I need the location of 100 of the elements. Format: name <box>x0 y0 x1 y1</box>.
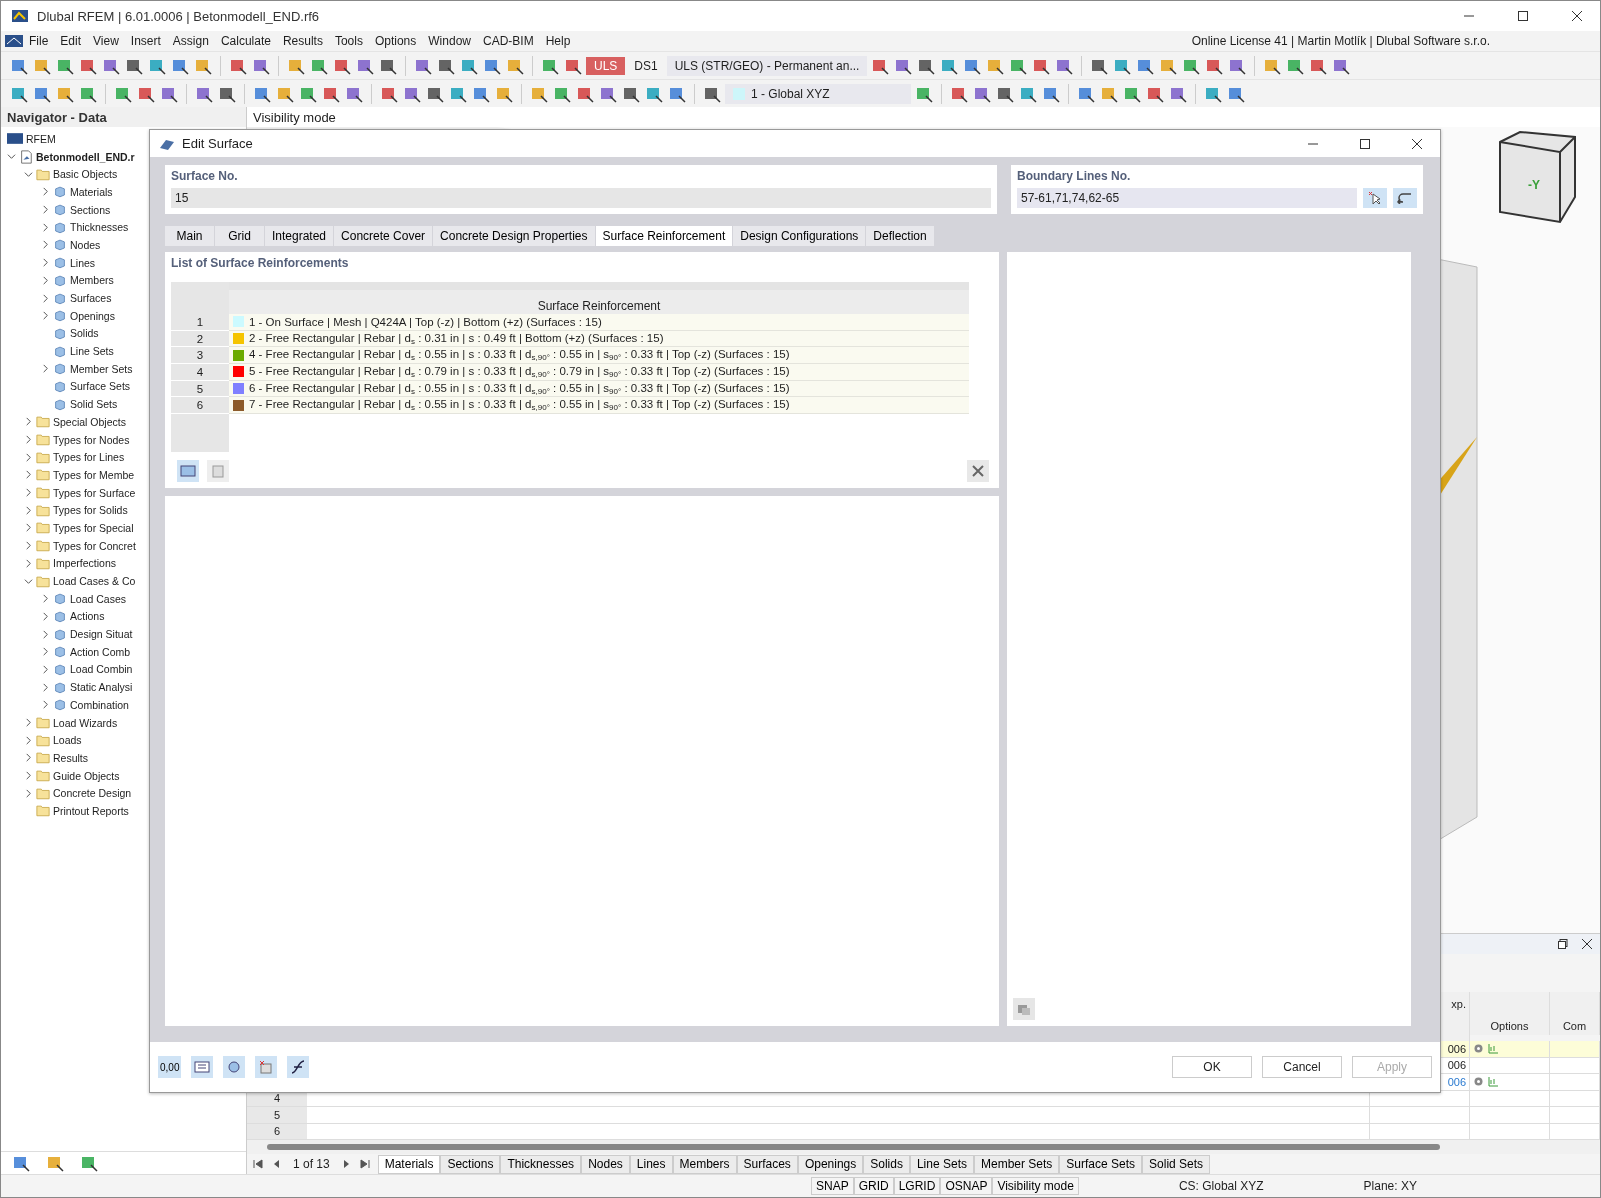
gear-icon[interactable] <box>1473 1076 1484 1088</box>
return-button[interactable] <box>1393 188 1417 208</box>
tree-item[interactable]: Surface Sets <box>70 380 131 393</box>
menu-item[interactable]: View <box>87 34 125 48</box>
menu-item[interactable]: Help <box>539 34 577 48</box>
tree-item[interactable]: Materials <box>70 185 113 198</box>
sheet-tab[interactable]: Members <box>672 1154 737 1174</box>
restore-icon[interactable] <box>1558 939 1568 949</box>
chevron-right-icon[interactable] <box>41 293 50 303</box>
tree-item[interactable]: Types for Solids <box>53 504 128 517</box>
gear-icon[interactable] <box>1473 1043 1484 1055</box>
chevron-right-icon[interactable] <box>24 558 33 568</box>
status-toggle[interactable]: LGRID <box>893 1177 941 1195</box>
tree-item[interactable]: Guide Objects <box>53 769 120 782</box>
sheet-tab[interactable]: Materials <box>377 1154 441 1174</box>
tree-item[interactable]: Sections <box>70 203 111 216</box>
sheet-tab[interactable]: Nodes <box>581 1154 630 1174</box>
menu-item[interactable]: Options <box>368 34 423 48</box>
dialog-button[interactable]: OK <box>1172 1056 1252 1078</box>
chevron-right-icon[interactable] <box>24 417 33 427</box>
tree-item[interactable]: Line Sets <box>70 345 114 358</box>
scrollbar-thumb[interactable] <box>267 1144 1440 1150</box>
chevron-right-icon[interactable] <box>24 735 33 745</box>
tree-item[interactable]: Thicknesses <box>70 221 129 234</box>
tree-item[interactable]: Betonmodell_END.r <box>36 150 135 163</box>
chevron-right-icon[interactable] <box>41 311 50 321</box>
surface-number-field[interactable]: 15 <box>171 188 991 208</box>
boundary-lines-field[interactable]: 57-61,71,74,62-65 <box>1017 188 1357 208</box>
tree-item[interactable]: Types for Membe <box>53 468 135 481</box>
tree-item[interactable]: Action Comb <box>70 645 131 658</box>
dialog-tab[interactable]: Surface Reinforcement <box>595 226 734 246</box>
chevron-right-icon[interactable] <box>24 718 33 728</box>
status-toggle[interactable]: OSNAP <box>940 1177 993 1195</box>
sheet-tab[interactable]: Line Sets <box>909 1154 974 1174</box>
tree-item[interactable]: Loads <box>53 734 82 747</box>
menu-item[interactable]: Results <box>276 34 329 48</box>
delete-object-button[interactable] <box>255 1056 278 1078</box>
chevron-right-icon[interactable] <box>24 523 33 533</box>
menu-item[interactable]: Calculate <box>214 34 277 48</box>
first-page-icon[interactable] <box>253 1159 263 1169</box>
chevron-right-icon[interactable] <box>41 647 50 657</box>
sheet-tab[interactable]: Solids <box>863 1154 910 1174</box>
dialog-tab[interactable]: Deflection <box>866 226 935 246</box>
sheet-tab[interactable]: Sections <box>440 1154 501 1174</box>
tree-item[interactable]: Solid Sets <box>70 398 118 411</box>
decimal-places-button[interactable]: 0,00 <box>158 1056 182 1078</box>
chevron-right-icon[interactable] <box>41 664 50 674</box>
tree-item[interactable]: Solids <box>70 327 99 340</box>
tree-item[interactable]: Openings <box>70 309 115 322</box>
menu-item[interactable]: Assign <box>166 34 215 48</box>
chevron-right-icon[interactable] <box>41 205 50 215</box>
chevron-right-icon[interactable] <box>41 611 50 621</box>
sheet-tab[interactable]: Member Sets <box>974 1154 1060 1174</box>
chevron-right-icon[interactable] <box>24 753 33 763</box>
chevron-right-icon[interactable] <box>41 187 50 197</box>
tree-item[interactable]: Types for Special <box>53 521 134 534</box>
delete-button[interactable] <box>967 460 989 482</box>
tree-item[interactable]: Nodes <box>70 238 101 251</box>
last-page-icon[interactable] <box>359 1159 370 1169</box>
sheet-tab[interactable]: Surfaces <box>736 1154 798 1174</box>
chevron-down-icon[interactable] <box>24 169 33 179</box>
chevron-right-icon[interactable] <box>41 682 50 692</box>
pick-button[interactable] <box>1363 188 1387 208</box>
chevron-right-icon[interactable] <box>24 505 33 515</box>
tree-item[interactable]: Load Cases & Co <box>53 575 136 588</box>
chevron-right-icon[interactable] <box>41 594 50 604</box>
tree-item[interactable]: Load Wizards <box>53 716 118 729</box>
table-button[interactable] <box>191 1056 214 1078</box>
chevron-right-icon[interactable] <box>41 700 50 710</box>
tree-item[interactable]: Types for Surface <box>53 486 136 499</box>
sheet-tab[interactable]: Solid Sets <box>1142 1154 1211 1174</box>
menu-item[interactable]: CAD-BIM <box>477 34 540 48</box>
menu-item[interactable]: Window <box>422 34 477 48</box>
menu-item[interactable]: Tools <box>328 34 369 48</box>
tree-root[interactable]: RFEM <box>26 132 56 145</box>
tree-item[interactable]: Design Situat <box>70 628 133 641</box>
tree-item[interactable]: Printout Reports <box>53 804 129 817</box>
dialog-tab[interactable]: Design Configurations <box>733 226 867 246</box>
dialog-tab[interactable]: Main <box>165 226 215 246</box>
combination-dropdown[interactable]: ULS (STR/GEO) - Permanent an... <box>666 55 868 76</box>
chevron-right-icon[interactable] <box>41 258 50 268</box>
status-toggle[interactable]: GRID <box>853 1177 894 1195</box>
sheet-tab[interactable]: Openings <box>797 1154 864 1174</box>
dialog-tab[interactable]: Grid <box>215 226 265 246</box>
chevron-right-icon[interactable] <box>24 435 33 445</box>
function-button[interactable] <box>287 1056 310 1078</box>
coordinate-system-dropdown[interactable]: 1 - Global XYZ <box>725 83 911 104</box>
tree-item[interactable]: Concrete Design <box>53 787 132 800</box>
menu-item[interactable]: File <box>23 34 55 48</box>
dialog-tab[interactable]: Concrete Cover <box>334 226 434 246</box>
add-row-button[interactable] <box>177 460 199 482</box>
tree-item[interactable]: Lines <box>70 256 96 269</box>
tree-item[interactable]: Special Objects <box>53 415 126 428</box>
tree-item[interactable]: Results <box>53 751 88 764</box>
tree-item[interactable]: Basic Objects <box>53 168 118 181</box>
status-toggle[interactable]: SNAP <box>811 1177 854 1195</box>
chevron-right-icon[interactable] <box>41 364 50 374</box>
chevron-down-icon[interactable] <box>7 152 16 162</box>
chevron-right-icon[interactable] <box>41 275 50 285</box>
tree-item[interactable]: Types for Concret <box>53 539 136 552</box>
